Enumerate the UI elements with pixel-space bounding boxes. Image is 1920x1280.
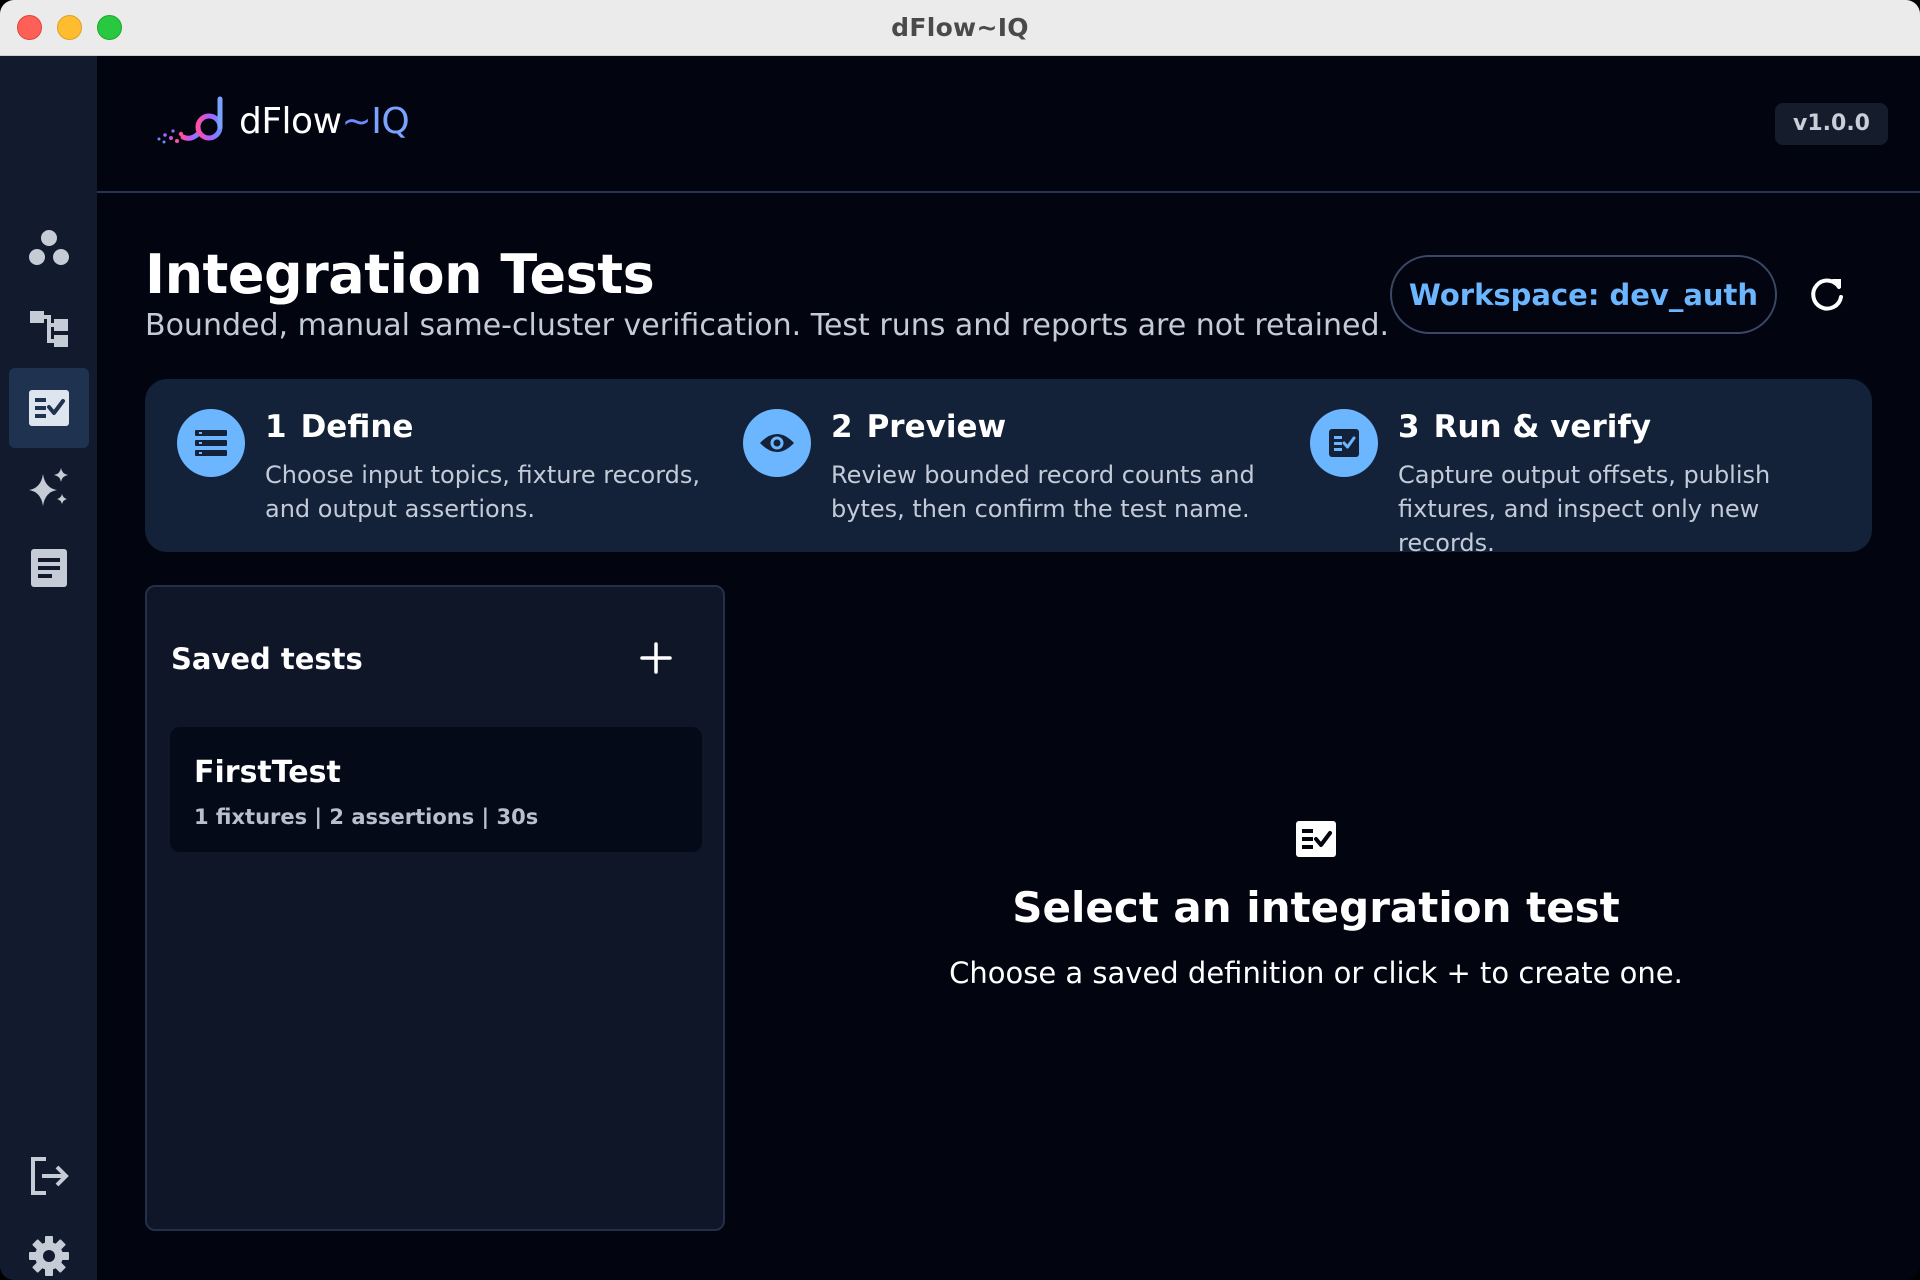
topology-icon bbox=[30, 311, 68, 347]
saved-test-name: FirstTest bbox=[194, 755, 341, 790]
version-badge: v1.0.0 bbox=[1775, 103, 1888, 145]
empty-state-description: Choose a saved definition or click + to … bbox=[949, 956, 1683, 990]
saved-tests-panel: Saved tests FirstTest 1 fixtures | 2 ass… bbox=[145, 585, 725, 1231]
sparkles-icon bbox=[29, 468, 68, 506]
step-run-verify-desc: Capture output offsets, publish fixtures… bbox=[1398, 461, 1771, 557]
logout-icon bbox=[31, 1157, 69, 1195]
saved-tests-title: Saved tests bbox=[171, 642, 363, 676]
saved-test-meta: 1 fixtures | 2 assertions | 30s bbox=[194, 805, 539, 829]
gear-icon bbox=[29, 1236, 69, 1276]
app-window: dFlow~IQ dFlow~IQ v1.0.0 Integration Tes… bbox=[0, 0, 1920, 1280]
page-subtitle: Bounded, manual same-cluster verificatio… bbox=[145, 308, 1390, 343]
page-title: Integration Tests bbox=[145, 243, 655, 306]
sidebar-item-cluster[interactable] bbox=[9, 208, 89, 288]
app-logo-text: dFlow~IQ bbox=[239, 100, 410, 142]
sidebar-item-ai[interactable] bbox=[9, 448, 89, 528]
saved-test-item[interactable]: FirstTest 1 fixtures | 2 assertions | 30… bbox=[170, 727, 702, 852]
list-icon bbox=[195, 430, 227, 456]
sidebar bbox=[0, 56, 97, 1280]
step-define-desc: Choose input topics, fixture records, an… bbox=[265, 461, 701, 523]
refresh-icon bbox=[1811, 278, 1843, 311]
steps-banner: 1 Define Choose input topics, fixture rec… bbox=[145, 379, 1872, 557]
checklist-icon bbox=[1329, 429, 1359, 457]
checklist-icon bbox=[29, 390, 69, 426]
dflow-logo-icon bbox=[157, 96, 223, 144]
title-bar: dFlow~IQ bbox=[0, 0, 1920, 56]
step-preview-badge bbox=[743, 409, 811, 477]
step-run-verify-badge bbox=[1310, 409, 1378, 477]
sidebar-settings[interactable] bbox=[9, 1216, 89, 1280]
empty-state-title: Select an integration test bbox=[1012, 883, 1620, 932]
sidebar-item-reports[interactable] bbox=[9, 528, 89, 608]
checklist-icon bbox=[1296, 821, 1336, 857]
app-header: dFlow~IQ v1.0.0 bbox=[97, 56, 1920, 193]
workspace-button[interactable]: Workspace: dev_auth bbox=[1390, 255, 1777, 334]
document-icon bbox=[31, 549, 67, 587]
sidebar-item-integration-tests[interactable] bbox=[9, 368, 89, 448]
step-preview-desc: Review bounded record counts and bytes, … bbox=[831, 461, 1255, 523]
refresh-button[interactable] bbox=[1804, 271, 1850, 317]
step-preview-title: 2 Preview bbox=[831, 409, 1007, 445]
eye-icon bbox=[760, 434, 794, 452]
cluster-icon bbox=[29, 230, 69, 265]
app-logo: dFlow~IQ bbox=[155, 93, 410, 149]
step-define-badge bbox=[177, 409, 245, 477]
step-run-verify-title: 3 Run & verify bbox=[1398, 409, 1652, 445]
plus-icon bbox=[640, 642, 672, 674]
sidebar-item-topology[interactable] bbox=[9, 288, 89, 368]
window-title: dFlow~IQ bbox=[891, 13, 1029, 42]
sidebar-logout[interactable] bbox=[9, 1136, 89, 1216]
step-define-title: 1 Define bbox=[265, 409, 414, 445]
add-test-button[interactable] bbox=[635, 637, 677, 679]
